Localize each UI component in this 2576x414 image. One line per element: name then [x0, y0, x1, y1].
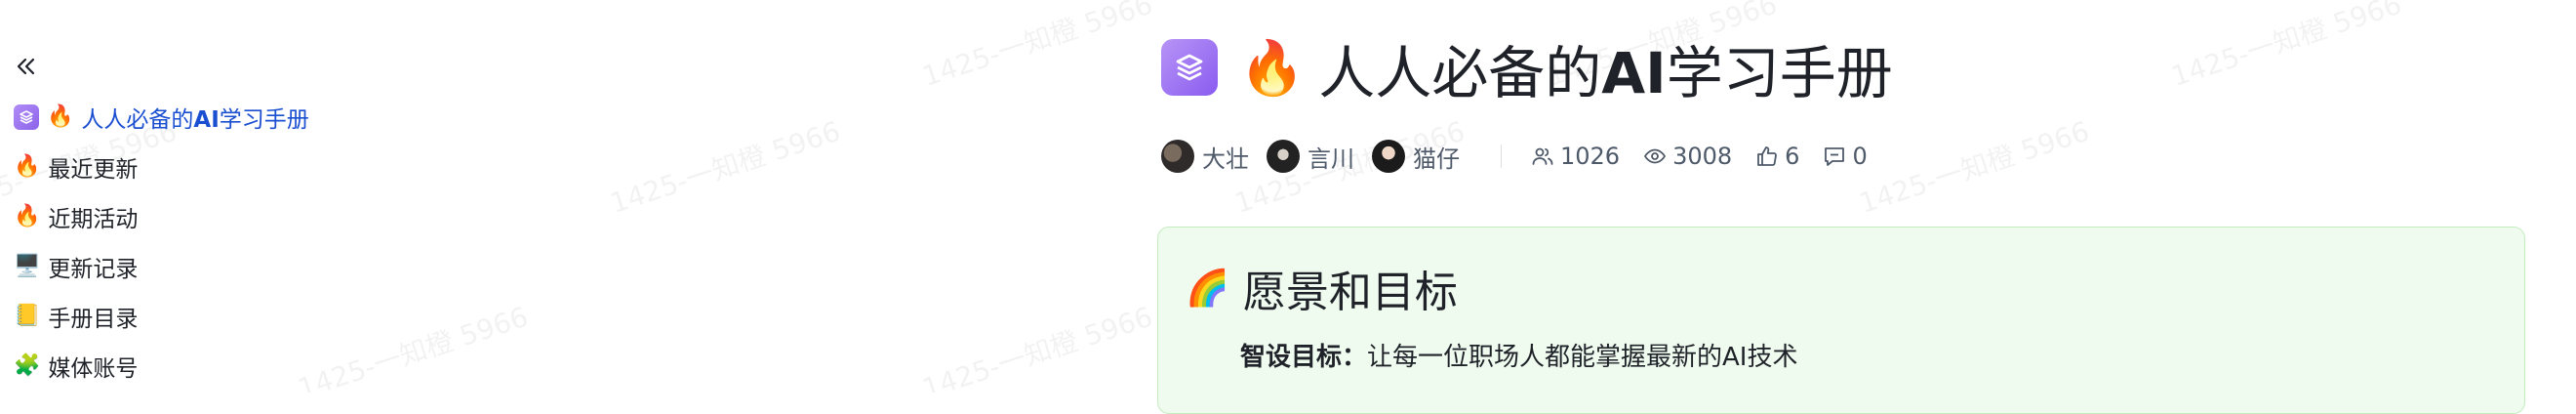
members-count: 1026 — [1560, 143, 1621, 170]
sidebar-item-label: 媒体账号 — [48, 356, 139, 382]
card-label: 智设目标： — [1240, 343, 1368, 372]
likes-count: 6 — [1785, 143, 1800, 170]
computer-icon: 🖥️ — [14, 254, 41, 278]
notebook-icon: 📒 — [14, 304, 41, 328]
views-stat: 3008 — [1643, 143, 1732, 170]
author-name: 猫仔 — [1413, 145, 1460, 173]
members-stat[interactable]: 1026 — [1531, 143, 1620, 170]
like-button[interactable]: 6 — [1755, 143, 1799, 170]
avatar — [1267, 140, 1300, 173]
sidebar-item-label: 人人必备的AI学习手册 — [81, 107, 309, 133]
wiki-stack-icon — [14, 104, 39, 130]
avatar — [1161, 140, 1194, 173]
sidebar-item-catalog[interactable]: 📒 手册目录 — [14, 299, 138, 334]
comment-button[interactable]: 0 — [1823, 143, 1868, 170]
fire-icon: 🔥 — [47, 104, 74, 129]
fire-icon: 🔥 — [14, 154, 41, 179]
sidebar-item-label: 近期活动 — [48, 207, 139, 232]
card-value: 让每一位职场人都能掌握最新的AI技术 — [1367, 343, 1798, 372]
collapse-sidebar-button[interactable] — [10, 51, 41, 82]
author-name: 言川 — [1308, 145, 1354, 173]
page-title: 🔥 人人必备的AI学习手册 — [1239, 33, 1893, 106]
sidebar-item-label: 更新记录 — [48, 257, 139, 282]
page-title-text: 人人必备的AI学习手册 — [1318, 40, 1893, 106]
sidebar-item-label: 最近更新 — [48, 157, 139, 183]
callout-card: 🌈 愿景和目标 智设目标：让每一位职场人都能掌握最新的AI技术 — [1157, 227, 2525, 414]
card-heading: 🌈 愿景和目标 — [1186, 257, 1458, 319]
eye-icon — [1644, 148, 1667, 164]
author[interactable]: 大壮 — [1161, 140, 1249, 174]
sidebar-item-recent-updates[interactable]: 🔥 最近更新 — [14, 149, 138, 185]
divider — [1501, 145, 1502, 168]
thumbs-up-icon — [1757, 146, 1778, 166]
fire-icon: 🔥 — [14, 204, 41, 228]
author-name: 大壮 — [1202, 145, 1249, 173]
card-heading-text: 愿景和目标 — [1242, 268, 1458, 317]
avatar — [1372, 140, 1405, 173]
wiki-stack-icon — [1161, 39, 1218, 96]
page-meta: 大壮 言川 猫仔 1026 3008 6 0 — [1161, 137, 1891, 176]
rainbow-icon: 🌈 — [1186, 269, 1229, 309]
members-icon — [1532, 147, 1553, 165]
comments-count: 0 — [1852, 143, 1868, 170]
views-count: 3008 — [1672, 143, 1733, 170]
sidebar-item-label: 手册目录 — [48, 307, 139, 332]
watermark: 1425-一知橙 5966 — [918, 300, 1157, 393]
sidebar-item-media-accounts[interactable]: 🧩 媒体账号 — [14, 349, 138, 384]
sidebar-item-changelog[interactable]: 🖥️ 更新记录 — [14, 249, 138, 284]
sidebar-item-recent-events[interactable]: 🔥 近期活动 — [14, 199, 138, 234]
fire-icon: 🔥 — [1239, 37, 1306, 99]
card-text: 智设目标：让每一位职场人都能掌握最新的AI技术 — [1240, 337, 1797, 373]
watermark: 1425-一知橙 5966 — [918, 0, 1157, 94]
puzzle-icon: 🧩 — [14, 353, 41, 378]
sidebar: 🔥 人人必备的AI学习手册 🔥 最近更新 🔥 近期活动 🖥️ 更新记录 📒 手册… — [0, 0, 683, 393]
sidebar-item-home[interactable]: 🔥 人人必备的AI学习手册 — [14, 100, 309, 135]
comment-icon — [1825, 147, 1845, 166]
author[interactable]: 猫仔 — [1372, 140, 1460, 174]
double-chevron-left-icon — [17, 58, 35, 75]
main-content: 🔥 人人必备的AI学习手册 大壮 言川 猫仔 1026 3008 6 0 🌈 愿… — [1157, 0, 2533, 414]
author[interactable]: 言川 — [1267, 140, 1354, 174]
